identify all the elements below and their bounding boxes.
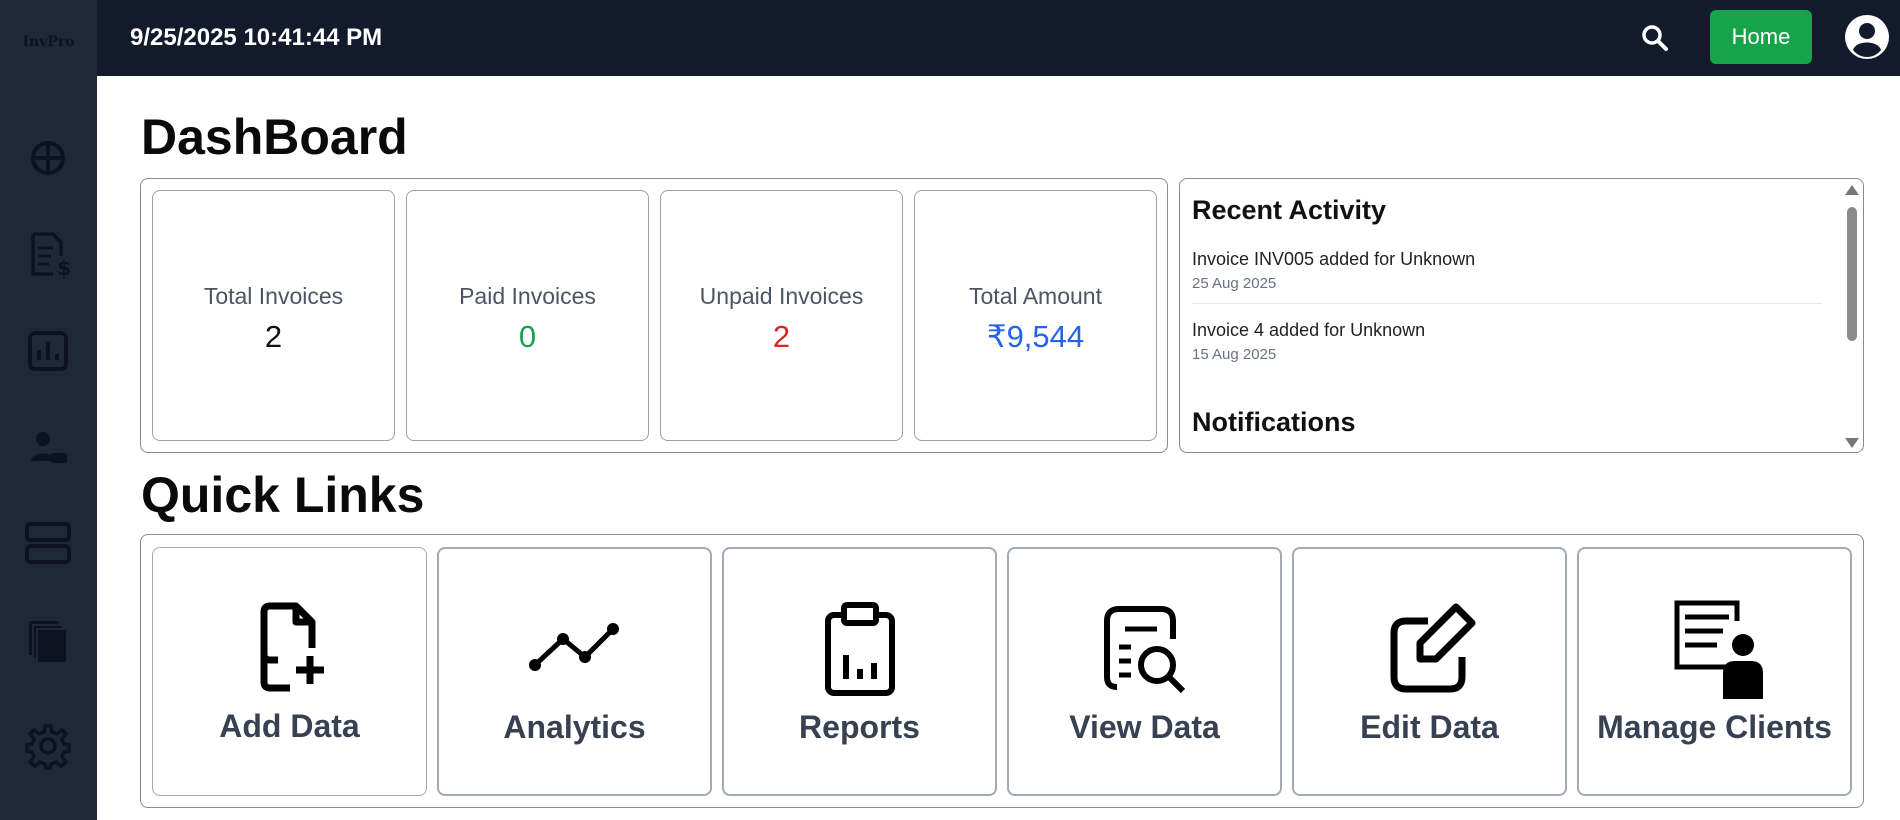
app-logo: InvPro [22, 34, 75, 50]
home-button[interactable]: Home [1710, 10, 1812, 64]
sidebar-item-settings[interactable] [18, 718, 78, 774]
user-profile-button[interactable] [1844, 14, 1890, 60]
stat-label: Total Invoices [203, 283, 344, 309]
edit-icon [1390, 603, 1475, 693]
search-icon [1642, 25, 1668, 51]
stat-label: Paid Invoices [459, 283, 596, 309]
user-avatar-icon [1845, 15, 1889, 59]
stat-card-paid-invoices: Paid Invoices 0 [406, 190, 649, 441]
activity-text: Invoice INV005 added for Unknown [1192, 249, 1476, 269]
sidebar-item-invoices[interactable]: $ [18, 227, 78, 283]
stat-card-total-amount: Total Amount ₹9,544 [914, 190, 1157, 441]
stat-value: 2 [264, 319, 283, 354]
sidebar-item-documents[interactable] [18, 612, 78, 668]
notifications-heading: Notifications [1192, 407, 1356, 437]
invoice-icon: $ [31, 232, 71, 280]
quick-link-label: Add Data [219, 708, 360, 744]
quick-link-label: Analytics [503, 709, 646, 745]
activity-scrollbar[interactable] [1841, 179, 1863, 452]
quick-link-analytics[interactable]: Analytics [437, 547, 712, 796]
divider [1192, 303, 1822, 304]
client-list-icon [1674, 600, 1763, 699]
stat-label: Total Amount [969, 283, 1102, 309]
client-icon [31, 432, 67, 463]
svg-text:$: $ [57, 256, 71, 280]
document-search-icon [1103, 606, 1185, 694]
scroll-up-arrow[interactable] [1845, 185, 1859, 195]
quick-links-panel: Add Data Analytics Reports View Data Edi… [140, 534, 1864, 808]
sidebar-item-reports[interactable] [18, 323, 78, 379]
quick-link-edit-data[interactable]: Edit Data [1292, 547, 1567, 796]
activity-item: Invoice 4 added for Unknown 15 Aug 2025 [1192, 320, 1822, 363]
quick-link-add-data[interactable]: Add Data [152, 547, 427, 796]
page-title: DashBoard [141, 109, 408, 165]
trend-line-icon [528, 623, 619, 671]
quick-link-view-data[interactable]: View Data [1007, 547, 1282, 796]
sidebar-item-dashboard[interactable] [18, 130, 78, 186]
sidebar-item-clients[interactable] [18, 420, 78, 476]
search-button[interactable] [1637, 20, 1673, 56]
scroll-down-arrow[interactable] [1845, 438, 1859, 448]
stat-value: 2 [772, 319, 791, 354]
dashboard-icon [31, 141, 65, 175]
chart-icon [28, 331, 68, 371]
gear-icon [25, 724, 71, 770]
recent-activity-heading: Recent Activity [1192, 195, 1387, 225]
datetime-display: 9/25/2025 10:41:44 PM [130, 24, 383, 51]
activity-text: Invoice 4 added for Unknown [1192, 320, 1426, 340]
layout-icon [25, 522, 71, 564]
stat-card-total-invoices: Total Invoices 2 [152, 190, 395, 441]
sidebar: InvPro $ [0, 0, 97, 820]
quick-link-manage-clients[interactable]: Manage Clients [1577, 547, 1852, 796]
recent-activity-panel[interactable]: Recent Activity Invoice INV005 added for… [1179, 178, 1864, 453]
top-bar: 9/25/2025 10:41:44 PM Home [97, 0, 1900, 76]
quick-link-label: View Data [1069, 709, 1220, 745]
file-plus-icon [260, 602, 324, 692]
quick-link-label: Reports [799, 709, 920, 745]
scroll-thumb[interactable] [1847, 207, 1857, 341]
stat-value: ₹9,544 [986, 319, 1085, 354]
activity-date: 25 Aug 2025 [1192, 275, 1277, 292]
stat-card-unpaid-invoices: Unpaid Invoices 2 [660, 190, 903, 441]
clipboard-chart-icon [824, 602, 895, 696]
activity-date: 15 Aug 2025 [1192, 346, 1277, 363]
stat-label: Unpaid Invoices [699, 283, 864, 309]
stats-panel: Total Invoices 2 Paid Invoices 0 Unpaid … [140, 178, 1168, 453]
quick-link-label: Edit Data [1360, 709, 1499, 745]
sidebar-item-layout[interactable] [18, 515, 78, 571]
stat-value: 0 [518, 319, 537, 354]
quick-links-title: Quick Links [141, 467, 425, 523]
quick-link-label: Manage Clients [1597, 709, 1832, 745]
documents-icon [29, 621, 68, 664]
activity-item: Invoice INV005 added for Unknown 25 Aug … [1192, 249, 1822, 292]
quick-link-reports[interactable]: Reports [722, 547, 997, 796]
